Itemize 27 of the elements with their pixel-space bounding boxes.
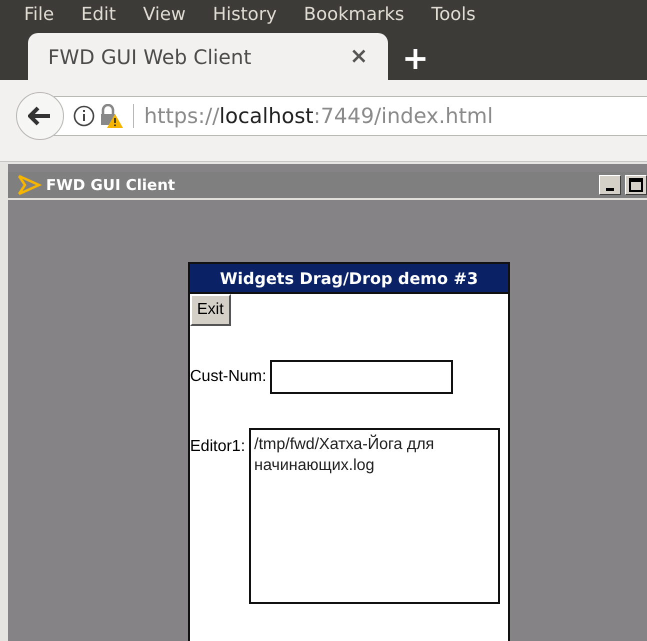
triangle-logo-icon bbox=[16, 174, 42, 196]
minimize-icon bbox=[606, 188, 614, 190]
new-tab-button[interactable]: + bbox=[402, 42, 429, 74]
exit-button[interactable]: Exit bbox=[190, 294, 231, 326]
field-label: Cust-Num: bbox=[190, 368, 266, 386]
address-bar[interactable]: https://localhost:7449/index.html bbox=[54, 96, 647, 136]
minimize-button[interactable] bbox=[599, 175, 621, 195]
maximize-button[interactable] bbox=[625, 175, 647, 195]
info-icon[interactable] bbox=[73, 104, 95, 126]
url-text: https://localhost:7449/index.html bbox=[144, 104, 494, 128]
editor-field[interactable]: /tmp/fwd/Хатха-Йога для начинающих.log bbox=[249, 428, 500, 604]
menu-item[interactable]: File bbox=[24, 4, 54, 25]
dialog-title: Widgets Drag/Drop demo #3 bbox=[190, 264, 508, 294]
browser-tab[interactable]: FWD GUI Web Client × bbox=[28, 33, 388, 80]
maximize-icon bbox=[629, 178, 643, 192]
menu-item[interactable]: History bbox=[212, 4, 277, 25]
input-field[interactable] bbox=[270, 360, 454, 394]
lock-warning-icon[interactable] bbox=[99, 104, 123, 128]
field-label: Editor1: bbox=[190, 438, 246, 456]
menu-item[interactable]: Tools bbox=[431, 4, 476, 25]
back-button[interactable] bbox=[16, 92, 64, 140]
window-title: FWD GUI Client bbox=[46, 176, 176, 194]
menu-item[interactable]: Bookmarks bbox=[304, 4, 404, 25]
back-arrow-icon bbox=[28, 106, 52, 126]
menu-item[interactable]: Edit bbox=[81, 4, 116, 25]
menu-item[interactable]: View bbox=[142, 4, 186, 25]
close-icon[interactable]: × bbox=[342, 44, 376, 69]
